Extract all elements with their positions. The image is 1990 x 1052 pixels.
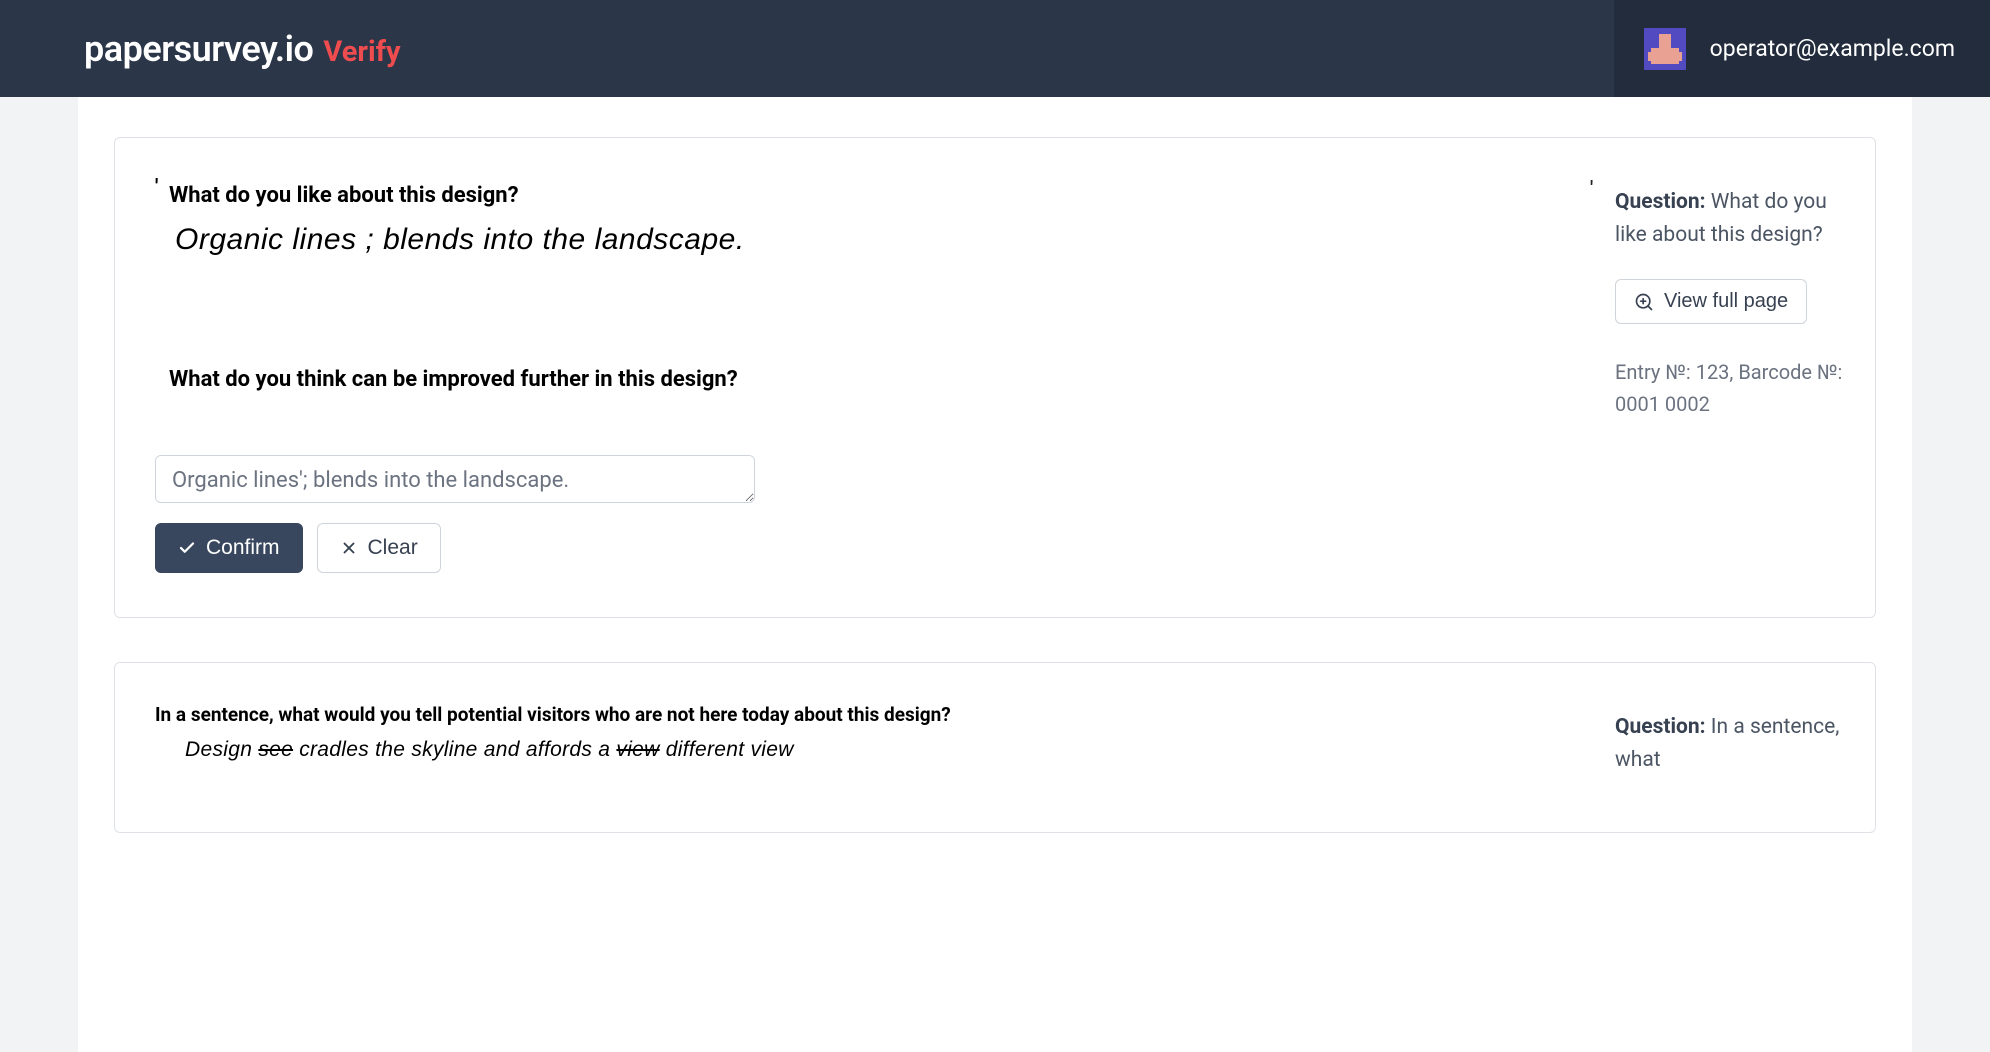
card-main: In a sentence, what would you tell poten… [115,663,1615,832]
zoom-in-icon [1634,292,1654,312]
user-email: operator@example.com [1710,35,1955,62]
confirm-button[interactable]: Confirm [155,523,303,573]
verify-card: In a sentence, what would you tell poten… [114,662,1876,833]
sidebar-question: Question: In a sentence, what [1615,711,1847,776]
scan-image-region: What do you like about this design? Orga… [155,178,1575,393]
card-sidebar: Question: What do you like about this de… [1615,138,1875,617]
view-full-page-label: View full page [1664,290,1788,313]
scan-question-1: What do you like about this design? [155,178,1575,208]
scan-question-1: In a sentence, what would you tell poten… [155,703,1575,726]
confirm-button-label: Confirm [206,536,280,560]
transcription-input[interactable] [155,455,755,503]
card-main: What do you like about this design? Orga… [115,138,1615,617]
logo-primary: papersurvey.io [84,28,313,70]
clear-button[interactable]: Clear [317,523,441,573]
app-header: papersurvey.io Verify operator@example.c… [0,0,1990,97]
user-menu[interactable]: operator@example.com [1614,0,1990,97]
action-buttons: Confirm Clear [155,523,1575,573]
clear-button-label: Clear [368,536,418,560]
scan-handwriting: Organic lines ; blends into the landscap… [155,208,1575,257]
sidebar-question-label: Question: [1615,715,1706,739]
entry-meta: Entry №: 123, Barcode №: 0001 0002 [1615,356,1847,420]
scan-handwriting: Design see cradles the skyline and affor… [155,726,1575,762]
scan-crop-mark: ' [1590,178,1593,199]
scan-question-2: What do you think can be improved furthe… [155,367,1575,392]
page-body: ' What do you like about this design? Or… [78,97,1912,1052]
logo-secondary: Verify [323,35,400,69]
sidebar-question-label: Question: [1615,190,1706,214]
view-full-page-button[interactable]: View full page [1615,279,1807,324]
logo: papersurvey.io Verify [84,28,401,70]
scan-image-region: In a sentence, what would you tell poten… [155,703,1575,765]
verify-card: ' What do you like about this design? Or… [114,137,1876,618]
sidebar-question: Question: What do you like about this de… [1615,186,1847,251]
avatar [1644,28,1686,70]
check-icon [178,539,196,557]
card-sidebar: Question: In a sentence, what [1615,663,1875,832]
close-icon [340,539,358,557]
